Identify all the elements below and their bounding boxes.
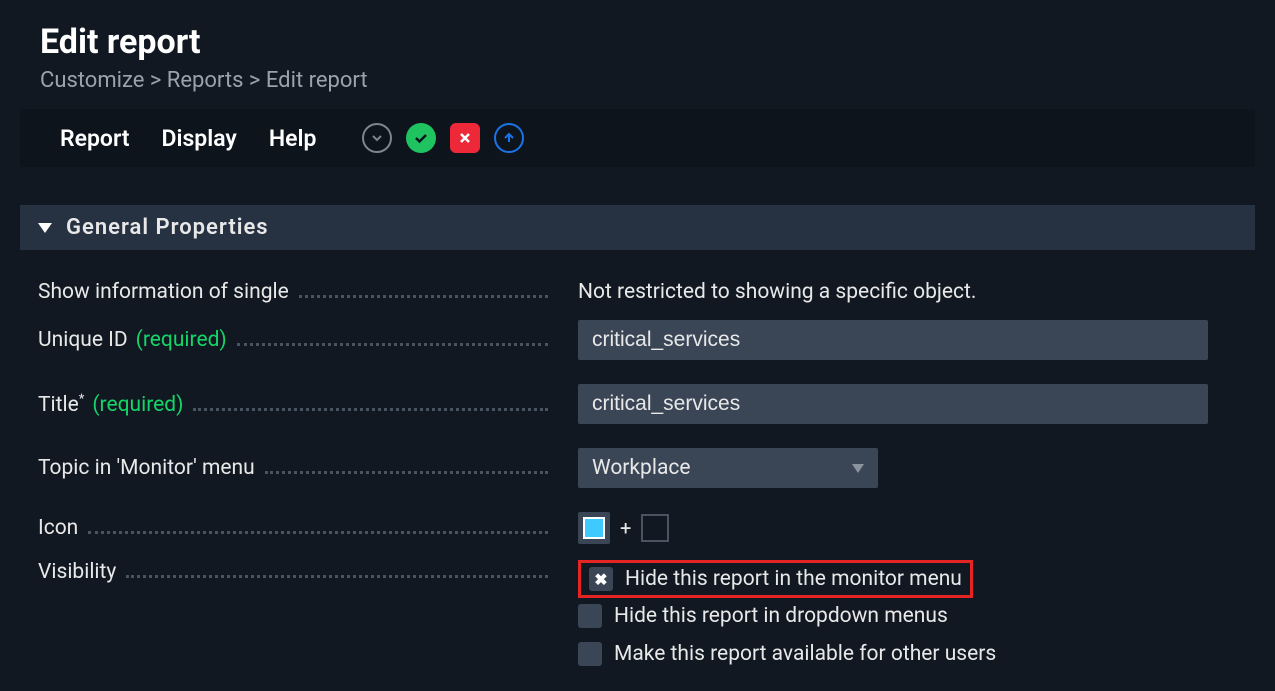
collapse-icon: [38, 223, 52, 233]
label-title: Title*: [38, 392, 84, 417]
arrow-up-circle-icon[interactable]: [494, 123, 524, 153]
label-unique-id: Unique ID: [38, 328, 128, 352]
plus-icon: +: [620, 516, 631, 540]
breadcrumb[interactable]: Customize > Reports > Edit report: [40, 68, 1235, 93]
checkbox-available-others[interactable]: [578, 642, 602, 666]
checkbox-label: Make this report available for other use…: [614, 642, 996, 666]
toolbar: Report Display Help: [20, 109, 1255, 167]
section-title: General Properties: [66, 215, 269, 240]
save-button[interactable]: [406, 123, 436, 153]
label-visibility: Visibility: [38, 560, 116, 584]
checkbox-hide-dropdown[interactable]: [578, 604, 602, 628]
menu-report[interactable]: Report: [60, 125, 130, 152]
topic-selected-value: Workplace: [592, 456, 691, 480]
checkbox-hide-monitor[interactable]: [589, 567, 613, 591]
dotted-leader: [193, 399, 548, 411]
chevron-down-circle-icon[interactable]: [362, 123, 392, 153]
icon-swatch-empty[interactable]: [641, 514, 669, 542]
required-marker: (required): [136, 328, 227, 352]
dotted-leader: [265, 462, 548, 474]
report-icon: [583, 517, 605, 539]
required-marker: (required): [92, 393, 183, 417]
label-show-info: Show information of single: [38, 280, 289, 304]
dotted-leader: [237, 334, 548, 346]
checkbox-label: Hide this report in dropdown menus: [614, 604, 948, 628]
label-topic: Topic in 'Monitor' menu: [38, 456, 255, 480]
dropdown-arrow-icon: [852, 464, 864, 473]
dotted-leader: [126, 566, 548, 578]
topic-select[interactable]: Workplace: [578, 448, 878, 488]
dotted-leader: [88, 522, 548, 534]
value-show-info: Not restricted to showing a specific obj…: [578, 280, 976, 304]
checkbox-label: Hide this report in the monitor menu: [625, 567, 962, 591]
dotted-leader: [299, 286, 548, 298]
icon-swatch-selected[interactable]: [578, 512, 610, 544]
title-input[interactable]: [578, 384, 1208, 424]
page-title: Edit report: [40, 22, 1235, 62]
cancel-button[interactable]: [450, 123, 480, 153]
section-header-general[interactable]: General Properties: [20, 205, 1255, 250]
menu-help[interactable]: Help: [269, 125, 317, 152]
highlight-box: Hide this report in the monitor menu: [578, 560, 973, 598]
label-icon: Icon: [38, 516, 78, 540]
menu-display[interactable]: Display: [162, 125, 237, 152]
unique-id-input[interactable]: [578, 320, 1208, 360]
